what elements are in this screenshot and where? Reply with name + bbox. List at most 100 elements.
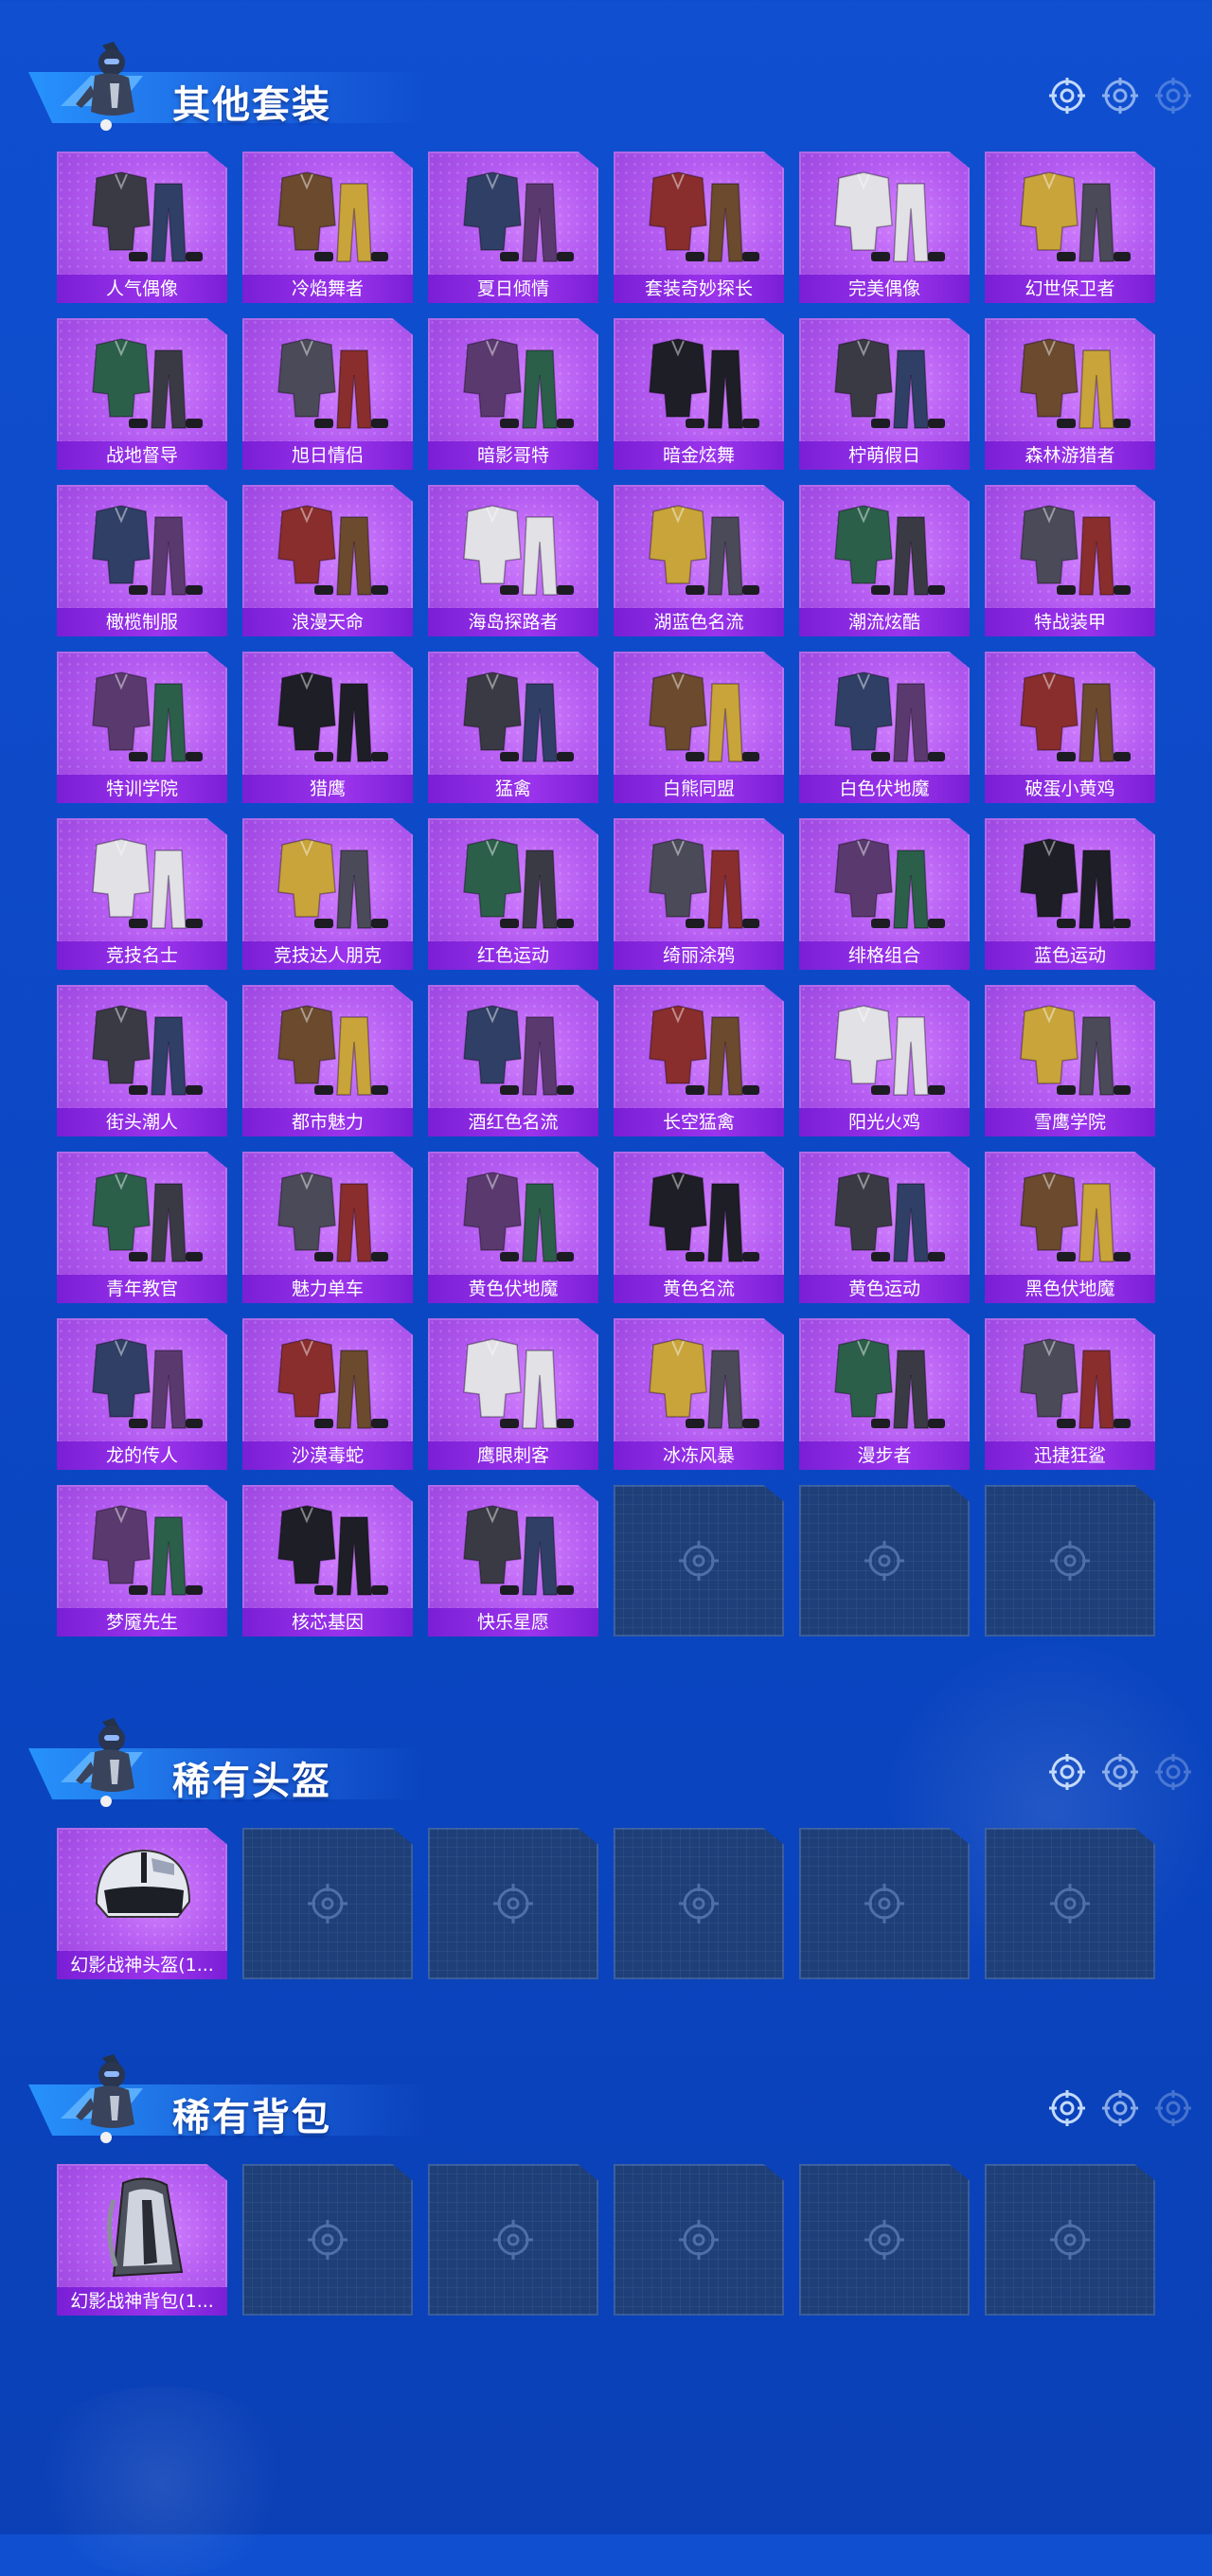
item-card[interactable]: 核芯基因: [242, 1485, 413, 1637]
item-card[interactable]: 绮丽涂鸦: [614, 818, 784, 970]
item-card[interactable]: 幻世保卫者: [985, 152, 1155, 303]
empty-slot-icon: [493, 1884, 533, 1923]
item-card[interactable]: 黄色运动: [799, 1152, 970, 1303]
outfit-icon: [92, 505, 203, 596]
item-card[interactable]: 潮流炫酷: [799, 485, 970, 636]
item-card[interactable]: 海岛探路者: [428, 485, 598, 636]
item-label: 核芯基因: [242, 1608, 413, 1637]
item-card[interactable]: 旭日情侣: [242, 318, 413, 470]
empty-slot: [242, 2164, 413, 2316]
item-card[interactable]: 街头潮人: [57, 985, 227, 1136]
item-card[interactable]: 红色运动: [428, 818, 598, 970]
crosshair-icon: [1102, 2090, 1138, 2126]
item-card[interactable]: 柠萌假日: [799, 318, 970, 470]
item-card[interactable]: 梦魇先生: [57, 1485, 227, 1637]
item-card[interactable]: 幻影战神头盔(1...: [57, 1828, 227, 1979]
item-card[interactable]: 龙的传人: [57, 1318, 227, 1470]
item-card[interactable]: 白色伏地魔: [799, 652, 970, 803]
item-card[interactable]: 魅力单车: [242, 1152, 413, 1303]
item-card[interactable]: 特战装甲: [985, 485, 1155, 636]
item-card[interactable]: 黄色伏地魔: [428, 1152, 598, 1303]
outfit-icon: [463, 338, 574, 429]
item-card[interactable]: 蓝色运动: [985, 818, 1155, 970]
item-label: 冷焰舞者: [242, 275, 413, 303]
outfit-icon: [277, 171, 388, 262]
item-card[interactable]: 鹰眼刺客: [428, 1318, 598, 1470]
item-card[interactable]: 破蛋小黄鸡: [985, 652, 1155, 803]
header-decor: [1042, 1752, 1193, 1794]
outfit-icon: [277, 505, 388, 596]
item-card[interactable]: 夏日倾情: [428, 152, 598, 303]
item-card[interactable]: 黄色名流: [614, 1152, 784, 1303]
item-card[interactable]: 青年教官: [57, 1152, 227, 1303]
outfit-icon: [277, 338, 388, 429]
outfit-icon: [649, 1005, 759, 1096]
item-label: 青年教官: [57, 1275, 227, 1303]
collection-section: 稀有头盔 幻影战神头盔(1...: [0, 1714, 1212, 1979]
empty-slot-icon: [864, 1884, 904, 1923]
item-label: 酒红色名流: [428, 1108, 598, 1136]
item-card[interactable]: 雪鹰学院: [985, 985, 1155, 1136]
outfit-icon: [92, 671, 203, 762]
item-label: 红色运动: [428, 941, 598, 970]
item-card[interactable]: 黑色伏地魔: [985, 1152, 1155, 1303]
item-card[interactable]: 绯格组合: [799, 818, 970, 970]
outfit-icon: [463, 1338, 574, 1429]
item-card[interactable]: 酒红色名流: [428, 985, 598, 1136]
item-card[interactable]: 漫步者: [799, 1318, 970, 1470]
item-card[interactable]: 冰冻风暴: [614, 1318, 784, 1470]
item-card[interactable]: 猛禽: [428, 652, 598, 803]
item-card[interactable]: 套装奇妙探长: [614, 152, 784, 303]
outfit-icon: [463, 171, 574, 262]
item-card[interactable]: 湖蓝色名流: [614, 485, 784, 636]
outfit-icon: [277, 838, 388, 929]
empty-slot-icon: [493, 2220, 533, 2260]
soldier-avatar-icon: [61, 42, 143, 131]
outfit-icon: [1020, 671, 1131, 762]
item-card[interactable]: 白熊同盟: [614, 652, 784, 803]
item-label: 猛禽: [428, 775, 598, 803]
item-card[interactable]: 战地督导: [57, 318, 227, 470]
outfit-icon: [277, 1172, 388, 1262]
crosshair-icon: [1049, 2090, 1085, 2126]
empty-slot-icon: [864, 1541, 904, 1581]
item-card[interactable]: 快乐星愿: [428, 1485, 598, 1637]
item-card[interactable]: 暗金炫舞: [614, 318, 784, 470]
item-card[interactable]: 人气偶像: [57, 152, 227, 303]
item-label: 街头潮人: [57, 1108, 227, 1136]
item-card[interactable]: 特训学院: [57, 652, 227, 803]
outfit-icon: [92, 171, 203, 262]
item-card[interactable]: 橄榄制服: [57, 485, 227, 636]
outfit-icon: [649, 338, 759, 429]
item-card[interactable]: 森林游猎者: [985, 318, 1155, 470]
item-card[interactable]: 暗影哥特: [428, 318, 598, 470]
empty-slot: [242, 1828, 413, 1979]
empty-slot: [985, 1828, 1155, 1979]
item-card[interactable]: 迅捷狂鲨: [985, 1318, 1155, 1470]
item-card[interactable]: 竞技名士: [57, 818, 227, 970]
outfit-icon: [834, 1172, 945, 1262]
item-card[interactable]: 阳光火鸡: [799, 985, 970, 1136]
outfit-icon: [463, 671, 574, 762]
item-card[interactable]: 竞技达人朋克: [242, 818, 413, 970]
empty-slot: [799, 2164, 970, 2316]
item-label: 完美偶像: [799, 275, 970, 303]
item-card[interactable]: 浪漫天命: [242, 485, 413, 636]
outfit-icon: [649, 505, 759, 596]
outfit-icon: [834, 671, 945, 762]
empty-slot-icon: [308, 1884, 348, 1923]
item-card[interactable]: 沙漠毒蛇: [242, 1318, 413, 1470]
item-label: 绯格组合: [799, 941, 970, 970]
item-card[interactable]: 猎鹰: [242, 652, 413, 803]
empty-slot: [614, 1828, 784, 1979]
item-label: 浪漫天命: [242, 608, 413, 636]
outfit-icon: [92, 1338, 203, 1429]
item-label: 白色伏地魔: [799, 775, 970, 803]
item-card[interactable]: 长空猛禽: [614, 985, 784, 1136]
item-card[interactable]: 幻影战神背包(1...: [57, 2164, 227, 2316]
item-card[interactable]: 都市魅力: [242, 985, 413, 1136]
item-card[interactable]: 冷焰舞者: [242, 152, 413, 303]
item-label: 竞技达人朋克: [242, 941, 413, 970]
item-card[interactable]: 完美偶像: [799, 152, 970, 303]
empty-slot-icon: [864, 2220, 904, 2260]
